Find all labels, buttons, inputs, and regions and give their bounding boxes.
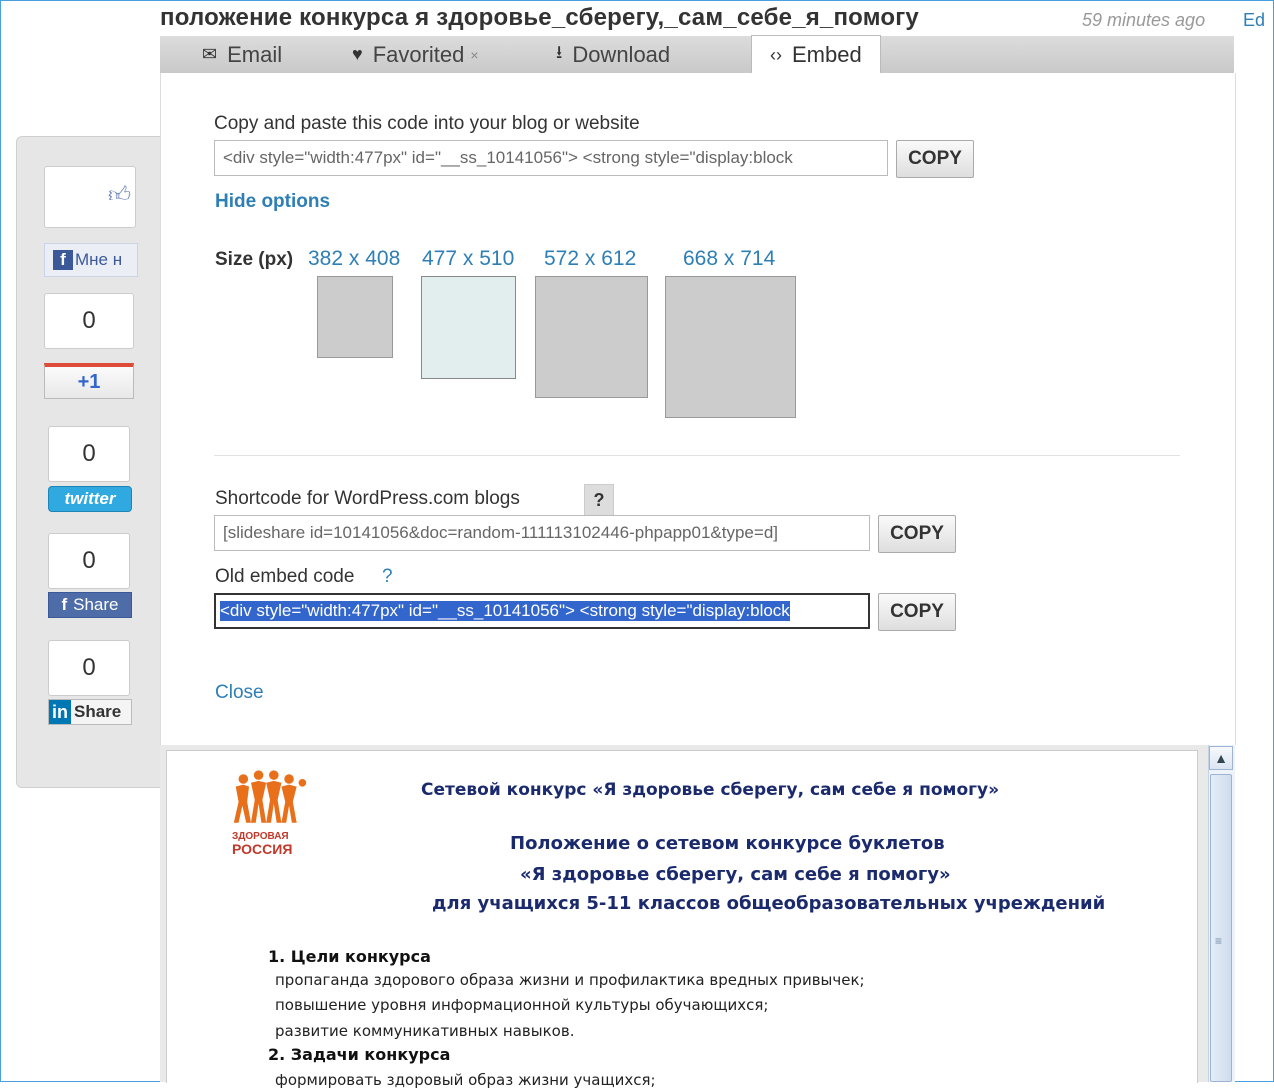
shortcode-value: [slideshare id=10141056&doc=random-11111…: [223, 523, 778, 542]
tab-download-label: Download: [572, 41, 671, 67]
linkedin-count: 0: [48, 640, 130, 696]
slide-task-1: формировать здоровый образ жизни учащихс…: [275, 1071, 656, 1089]
gplus-button[interactable]: +1: [44, 363, 134, 399]
envelope-icon: ✉: [202, 44, 218, 64]
edit-link[interactable]: Ed: [1243, 10, 1265, 31]
fb-share-button[interactable]: f Share: [48, 592, 132, 618]
size-option-668[interactable]: 668 x 714: [683, 247, 775, 271]
slide-section-tasks: 2. Задачи конкурса: [268, 1045, 451, 1064]
code-icon: ‹›: [770, 44, 782, 65]
tab-favorited[interactable]: ♥ Favorited ×: [352, 36, 479, 73]
slide-goal-3: развитие коммуникативных навыков.: [275, 1022, 575, 1040]
upload-time: 59 minutes ago: [1082, 10, 1206, 30]
zdorovaya-rossiya-logo: [233, 770, 307, 823]
size-preview-572[interactable]: [535, 276, 648, 398]
tab-download[interactable]: ⭳ Download: [556, 36, 670, 73]
embed-code-field[interactable]: <div style="width:477px" id="__ss_101410…: [214, 140, 888, 176]
fb-like-count-box: 👍︎: [44, 166, 136, 228]
close-link[interactable]: Close: [215, 682, 264, 704]
tab-embed[interactable]: ‹› Embed: [751, 35, 881, 74]
hide-options-link[interactable]: Hide options: [215, 191, 330, 213]
slide-section-goals: 1. Цели конкурса: [268, 947, 431, 966]
scroll-up-arrow-icon[interactable]: ▲: [1209, 746, 1233, 770]
slide-heading-3: для учащихся 5-11 классов общеобразовате…: [432, 893, 1106, 914]
slide-goal-1: пропаганда здорового образа жизни и проф…: [275, 971, 865, 989]
copy-embed-button[interactable]: COPY: [896, 140, 974, 178]
slide-heading-1: Положение о сетевом конкурсе буклетов: [510, 833, 945, 854]
facebook-icon: f: [61, 595, 68, 614]
logo-caption: ЗДОРОВАЯ РОССИЯ: [232, 830, 292, 856]
shortcode-field[interactable]: [slideshare id=10141056&doc=random-11111…: [214, 515, 870, 551]
old-embed-code-value: <div style="width:477px" id="__ss_101410…: [220, 601, 790, 621]
size-option-477[interactable]: 477 x 510: [422, 247, 514, 271]
twitter-count: 0: [48, 426, 130, 482]
fb-share-count: 0: [48, 533, 130, 589]
old-embed-help-link[interactable]: ?: [382, 566, 393, 588]
linkedin-share-button[interactable]: in Share: [48, 699, 132, 725]
size-preview-477[interactable]: [421, 276, 516, 379]
size-option-572[interactable]: 572 x 612: [544, 247, 636, 271]
options-divider: [214, 455, 1180, 456]
heart-icon: ♥: [352, 44, 363, 64]
tab-embed-label: Embed: [792, 42, 862, 67]
gplus-count: 0: [44, 293, 134, 349]
unfavorite-icon[interactable]: ×: [470, 47, 478, 63]
copy-old-embed-button[interactable]: COPY: [878, 593, 956, 631]
tab-favorited-label: Favorited: [372, 41, 465, 67]
size-preview-668[interactable]: [665, 276, 796, 418]
embed-code-label: Copy and paste this code into your blog …: [214, 113, 640, 134]
slide-goal-2: повышение уровня информационной культуры…: [275, 996, 769, 1014]
size-option-382[interactable]: 382 x 408: [308, 247, 400, 271]
download-icon: ⭳: [556, 41, 563, 62]
logo-caption-line-2: РОССИЯ: [232, 841, 293, 857]
size-preview-382[interactable]: [317, 276, 393, 358]
linkedin-icon: in: [49, 700, 71, 724]
tab-email-label: Email: [227, 41, 283, 67]
old-embed-label: Old embed code: [215, 566, 355, 587]
slide-heading-2: «Я здоровье сберегу, сам себе я помогу»: [520, 864, 951, 885]
embed-code-value: <div style="width:477px" id="__ss_101410…: [223, 148, 793, 167]
facebook-icon: f: [53, 250, 73, 270]
slide-contest-title: Сетевой конкурс «Я здоровье сберегу, сам…: [421, 780, 1000, 800]
scroll-thumb[interactable]: [1210, 774, 1232, 1082]
action-tabbar: ✉ Email ♥ Favorited × ⭳ Download ‹› Embe…: [160, 35, 1234, 74]
old-embed-code-field[interactable]: <div style="width:477px" id="__ss_101410…: [214, 593, 870, 629]
fb-share-label: Share: [73, 595, 119, 614]
shortcode-label: Shortcode for WordPress.com blogs: [215, 488, 520, 509]
copy-shortcode-button[interactable]: COPY: [878, 515, 956, 553]
document-title[interactable]: положение конкурса я здоровье_сберегу,_с…: [160, 4, 919, 32]
twitter-button[interactable]: twitter: [48, 486, 132, 512]
thumbs-up-icon: 👍︎: [108, 182, 131, 207]
fb-like-label: Мне н: [75, 250, 123, 269]
shortcode-help-button[interactable]: ?: [584, 484, 614, 516]
linkedin-share-label: Share: [74, 702, 122, 721]
scroll-grip-icon: ≡: [1215, 934, 1223, 948]
size-label: Size (px): [215, 249, 294, 270]
tab-email[interactable]: ✉ Email: [202, 36, 282, 73]
fb-like-button[interactable]: f Мне н: [44, 243, 138, 277]
